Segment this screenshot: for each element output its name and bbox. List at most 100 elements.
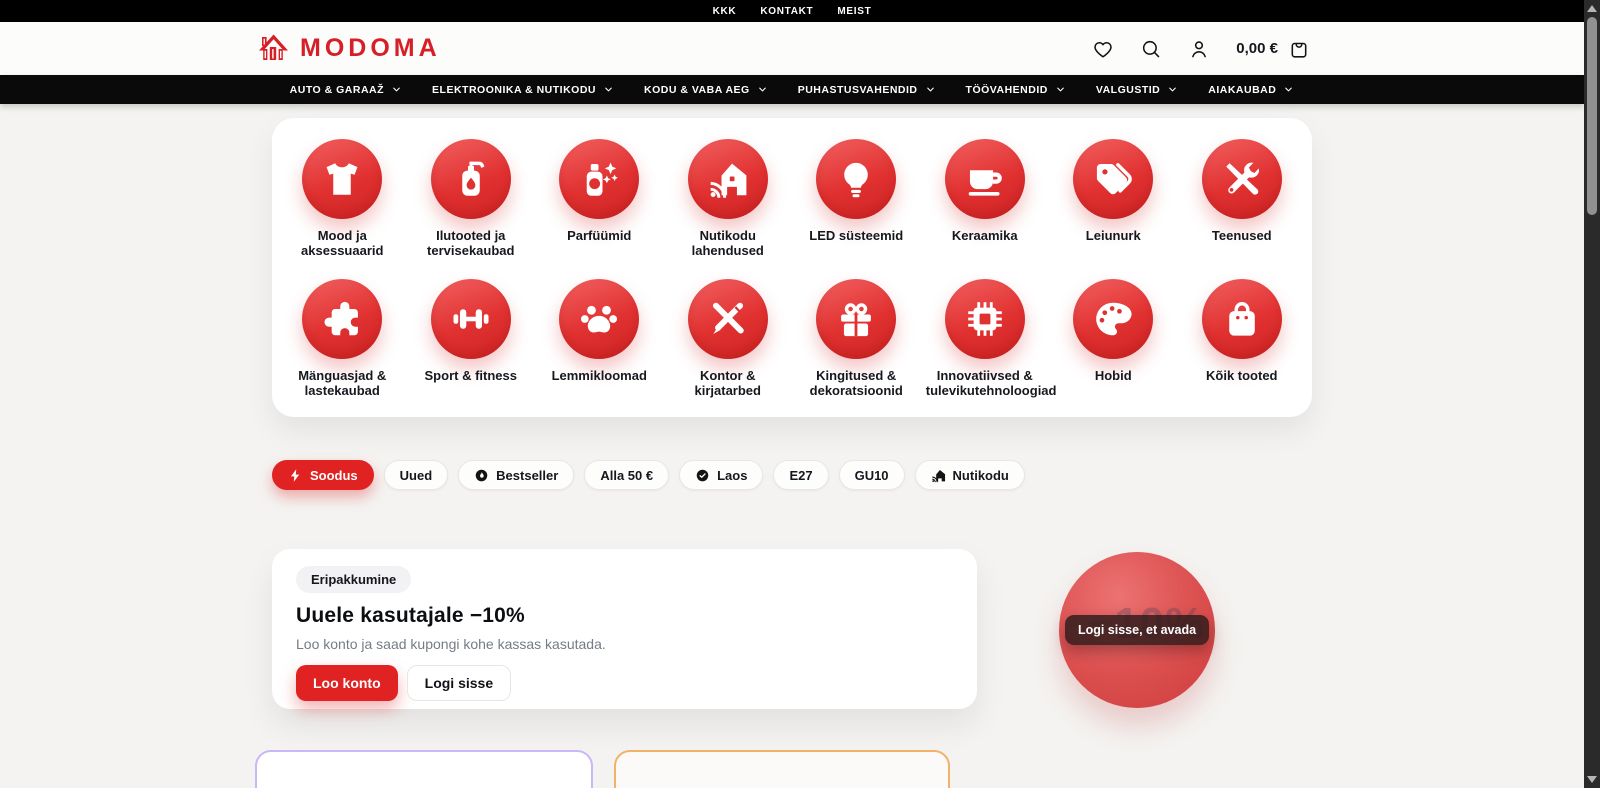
promo-title: Uuele kasutajale −10% bbox=[296, 604, 953, 628]
scrollbar-thumb[interactable] bbox=[1587, 17, 1597, 215]
category-label: Innovatiivsed & tulevikutehnoloogiad bbox=[926, 368, 1044, 399]
shopping-bag-icon bbox=[1221, 298, 1263, 340]
account-user-icon[interactable] bbox=[1188, 38, 1210, 60]
utility-bar: KKK KONTAKT MEIST bbox=[0, 0, 1584, 22]
promo-card: Eripakkumine Uuele kasutajale −10% Loo k… bbox=[272, 549, 977, 709]
category-item-manguasjad[interactable]: Mänguasjad & lastekaubad bbox=[278, 279, 407, 399]
category-item-lemmikloomad[interactable]: Lemmikloomad bbox=[535, 279, 664, 399]
category-item-led-susteemid[interactable]: LED süsteemid bbox=[792, 139, 921, 259]
chip-label: E27 bbox=[789, 468, 812, 483]
category-circle bbox=[688, 139, 768, 219]
login-button[interactable]: Logi sisse bbox=[407, 665, 511, 701]
scrollbar[interactable] bbox=[1584, 0, 1600, 788]
check-badge-icon bbox=[695, 468, 710, 483]
chip-nutikodu[interactable]: Nutikodu bbox=[915, 460, 1025, 490]
category-circle bbox=[431, 139, 511, 219]
brand-name: MODOMA bbox=[300, 34, 441, 63]
cart-total: 0,00 € bbox=[1236, 40, 1278, 57]
chip-laos[interactable]: Laos bbox=[679, 460, 763, 490]
nav-item-toovahendid[interactable]: TÖÖVAHENDID bbox=[966, 84, 1066, 96]
nav-label: ELEKTROONIKA & NUTIKODU bbox=[432, 84, 596, 96]
nav-item-puhastusvahendid[interactable]: PUHASTUSVAHENDID bbox=[798, 84, 936, 96]
nav-item-aiakaubad[interactable]: AIAKAUBAD bbox=[1208, 84, 1294, 96]
category-circle bbox=[816, 139, 896, 219]
category-item-kontor-kirjatarbed[interactable]: Kontor & kirjatarbed bbox=[664, 279, 793, 399]
search-icon[interactable] bbox=[1140, 38, 1162, 60]
tags-icon bbox=[1092, 158, 1134, 200]
category-item-nutikodu-lahendused[interactable]: Nutikodu lahendused bbox=[664, 139, 793, 259]
nav-item-auto-garaaz[interactable]: AUTO & GARAAŽ bbox=[290, 84, 402, 96]
smart-home-small-icon bbox=[931, 468, 946, 483]
category-label: Mood ja aksessuaarid bbox=[283, 228, 401, 259]
category-circle bbox=[559, 279, 639, 359]
category-item-sport-fitness[interactable]: Sport & fitness bbox=[407, 279, 536, 399]
category-item-teenused[interactable]: Teenused bbox=[1178, 139, 1307, 259]
category-label: Kõik tooted bbox=[1206, 368, 1278, 383]
chip-alla-50[interactable]: Alla 50 € bbox=[584, 460, 669, 490]
category-circle bbox=[559, 139, 639, 219]
cart-button[interactable]: 0,00 € bbox=[1236, 38, 1310, 60]
gift-icon bbox=[835, 298, 877, 340]
category-label: Mänguasjad & lastekaubad bbox=[283, 368, 401, 399]
teaser-card-purple[interactable] bbox=[255, 750, 593, 788]
nav-item-valgustid[interactable]: VALGUSTID bbox=[1096, 84, 1178, 96]
nav-label: PUHASTUSVAHENDID bbox=[798, 84, 918, 96]
nav-label: KODU & VABA AEG bbox=[644, 84, 750, 96]
flame-badge-icon bbox=[474, 468, 489, 483]
category-circle bbox=[431, 279, 511, 359]
topbar-link-kontakt[interactable]: KONTAKT bbox=[760, 6, 813, 17]
main-nav: AUTO & GARAAŽ ELEKTROONIKA & NUTIKODU KO… bbox=[0, 75, 1584, 104]
chevron-down-icon bbox=[603, 84, 614, 95]
category-item-koik-tooted[interactable]: Kõik tooted bbox=[1178, 279, 1307, 399]
chip-e27[interactable]: E27 bbox=[773, 460, 828, 490]
scrollbar-down-arrow[interactable] bbox=[1587, 776, 1597, 783]
nav-label: VALGUSTID bbox=[1096, 84, 1160, 96]
category-item-leiunurk[interactable]: Leiunurk bbox=[1049, 139, 1178, 259]
house-logo-icon bbox=[255, 33, 291, 64]
category-item-mood-ja-aksessuaarid[interactable]: Mood ja aksessuaarid bbox=[278, 139, 407, 259]
tshirt-icon bbox=[321, 158, 363, 200]
create-account-button[interactable]: Loo konto bbox=[296, 665, 398, 701]
filter-chips: Soodus Uued Bestseller Alla 50 € Laos E2… bbox=[272, 460, 1312, 490]
chip-gu10[interactable]: GU10 bbox=[839, 460, 905, 490]
category-label: Ilutooted ja tervisekaubad bbox=[412, 228, 530, 259]
category-label: Sport & fitness bbox=[425, 368, 517, 383]
brand-logo[interactable]: MODOMA bbox=[255, 33, 441, 64]
categories-grid: Mood ja aksessuaarid Ilutooted ja tervis… bbox=[278, 139, 1306, 398]
chip-label: Bestseller bbox=[496, 468, 558, 483]
chip-soodus[interactable]: Soodus bbox=[272, 460, 374, 490]
category-label: Kingitused & dekoratsioonid bbox=[797, 368, 915, 399]
categories-card: Mood ja aksessuaarid Ilutooted ja tervis… bbox=[272, 118, 1312, 417]
teaser-card-orange[interactable] bbox=[614, 750, 950, 788]
category-item-parfuumid[interactable]: Parfüümid bbox=[535, 139, 664, 259]
category-circle bbox=[1202, 139, 1282, 219]
nav-item-elektroonika-nutikodu[interactable]: ELEKTROONIKA & NUTIKODU bbox=[432, 84, 614, 96]
chip-label: Soodus bbox=[310, 468, 358, 483]
chevron-down-icon bbox=[1283, 84, 1294, 95]
category-label: Teenused bbox=[1212, 228, 1272, 243]
category-circle bbox=[816, 279, 896, 359]
wishlist-heart-icon[interactable] bbox=[1092, 38, 1114, 60]
nav-item-kodu-vaba-aeg[interactable]: KODU & VABA AEG bbox=[644, 84, 768, 96]
chip-uued[interactable]: Uued bbox=[384, 460, 449, 490]
pens-icon bbox=[707, 298, 749, 340]
category-label: Nutikodu lahendused bbox=[669, 228, 787, 259]
login-to-unlock-badge[interactable]: Logi sisse, et avada bbox=[1065, 615, 1209, 645]
chip-bestseller[interactable]: Bestseller bbox=[458, 460, 574, 490]
category-item-ilutooted[interactable]: Ilutooted ja tervisekaubad bbox=[407, 139, 536, 259]
category-item-kingitused[interactable]: Kingitused & dekoratsioonid bbox=[792, 279, 921, 399]
category-item-keraamika[interactable]: Keraamika bbox=[921, 139, 1050, 259]
topbar-link-kkk[interactable]: KKK bbox=[713, 6, 737, 17]
category-item-innovatiivsed[interactable]: Innovatiivsed & tulevikutehnoloogiad bbox=[921, 279, 1050, 399]
category-item-hobid[interactable]: Hobid bbox=[1049, 279, 1178, 399]
chevron-down-icon bbox=[1055, 84, 1066, 95]
smart-home-icon bbox=[707, 158, 749, 200]
tools-icon bbox=[1221, 158, 1263, 200]
topbar-link-meist[interactable]: MEIST bbox=[837, 6, 871, 17]
category-circle bbox=[302, 139, 382, 219]
promo-subtitle: Loo konto ja saad kupongi kohe kassas ka… bbox=[296, 636, 953, 652]
scrollbar-up-arrow[interactable] bbox=[1587, 5, 1597, 12]
category-circle bbox=[1073, 279, 1153, 359]
chip-label: Laos bbox=[717, 468, 747, 483]
chip-label: GU10 bbox=[855, 468, 889, 483]
